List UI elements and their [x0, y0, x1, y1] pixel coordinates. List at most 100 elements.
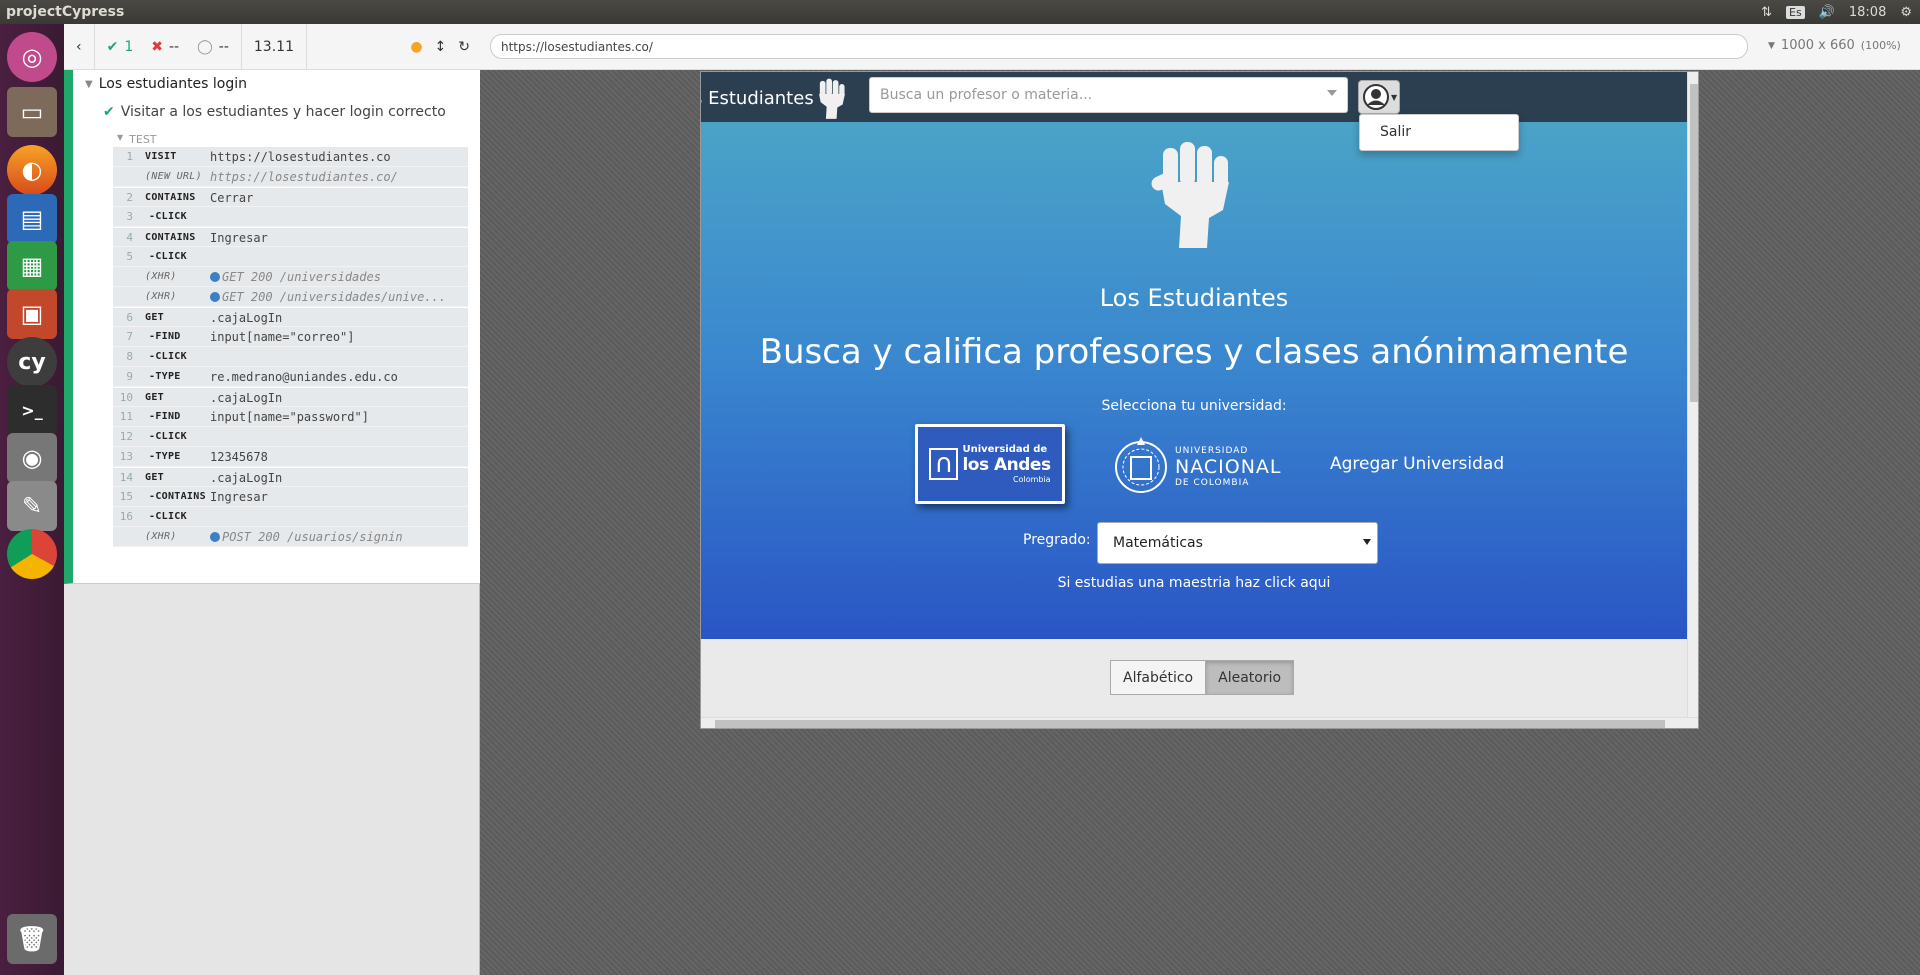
site-name: Los Estudiantes	[1099, 284, 1289, 312]
screenshot-icon[interactable]: ◉	[7, 433, 57, 483]
command-number: 9	[126, 370, 133, 383]
duration: 13.11	[242, 23, 307, 70]
system-settings-icon[interactable]: ⚙	[1900, 5, 1912, 20]
viewport-size: 1000 x 660	[1780, 38, 1855, 53]
command-row[interactable]: 9 -TYPE re.medrano@uniandes.edu.co	[113, 367, 468, 387]
restart-icon[interactable]: ↻	[458, 39, 470, 55]
vertical-scrollbar[interactable]	[1687, 72, 1698, 717]
sort-random-button[interactable]: Aleatorio	[1206, 660, 1295, 695]
andes-shield-icon: ∩	[929, 448, 959, 480]
command-message: Ingresar	[210, 490, 268, 504]
nacional-line2: NACIONAL	[1175, 456, 1282, 478]
command-row[interactable]: 2 CONTAINS Cerrar	[113, 187, 468, 207]
suite-title: Los estudiantes login	[98, 76, 248, 92]
chevron-down-icon	[1327, 90, 1337, 96]
command-row[interactable]: 15 -CONTAINS Ingresar	[113, 487, 468, 507]
user-avatar-icon	[1363, 84, 1389, 110]
command-row[interactable]: (NEW URL) https://losestudiantes.co/	[113, 167, 468, 187]
vertical-scroll-thumb[interactable]	[1690, 84, 1698, 402]
command-row[interactable]: (XHR) GET 200 /universidades/unive...	[113, 287, 468, 307]
viewport-scale: (100%)	[1860, 39, 1901, 52]
nacional-crest-icon	[1115, 437, 1167, 493]
command-row[interactable]: 13 -TYPE 12345678	[113, 447, 468, 467]
add-university-link[interactable]: Agregar Universidad	[1330, 454, 1504, 474]
headline: Busca y califica profesores y clases anó…	[759, 332, 1629, 372]
ubuntu-dash-icon[interactable]: ◎	[7, 32, 57, 82]
logout-menu-item[interactable]: Salir	[1380, 124, 1411, 140]
trash-icon[interactable]: 🗑	[7, 914, 57, 964]
text-editor-icon[interactable]: ✎	[7, 481, 57, 531]
files-icon[interactable]: ▭	[7, 87, 57, 137]
command-row[interactable]: (XHR) POST 200 /usuarios/signin	[113, 527, 468, 547]
command-name: GET	[145, 392, 164, 403]
xhr-status-dot-icon	[210, 292, 220, 302]
command-name: -FIND	[149, 411, 181, 422]
sort-alphabetical-button[interactable]: Alfabético	[1110, 660, 1207, 695]
system-top-bar: projectCypress ⇅ Es 🔊 18:08 ⚙	[0, 0, 1920, 24]
calc-icon[interactable]: ▦	[7, 241, 57, 291]
terminal-icon[interactable]: >_	[7, 385, 57, 435]
brand-name[interactable]: s Estudiantes	[701, 88, 814, 109]
test-row[interactable]: ✔ Visitar a los estudiantes y hacer logi…	[103, 104, 446, 120]
command-row[interactable]: 7 -FIND input[name="correo"]	[113, 327, 468, 347]
command-number: 6	[126, 311, 133, 324]
command-message: .cajaLogIn	[210, 471, 283, 485]
command-row[interactable]: 10 GET .cajaLogIn	[113, 387, 468, 407]
suite-row[interactable]: ▼ Los estudiantes login	[85, 76, 247, 92]
university-andes-logo[interactable]: ∩ Universidad de los Andes Colombia	[915, 424, 1065, 504]
runner-toolbar: ‹ ✔ 1 ✖ -- ◯ -- 13.11 ● ↕ ↻	[64, 23, 480, 70]
auto-scroll-indicator-icon[interactable]: ●	[410, 39, 422, 55]
command-row[interactable]: 8 -CLICK	[113, 347, 468, 367]
brand-fist-icon[interactable]	[813, 76, 851, 120]
horizontal-scrollbar[interactable]	[701, 717, 1698, 728]
user-menu-button[interactable]: ▼	[1358, 80, 1400, 114]
command-name: -TYPE	[149, 371, 181, 382]
command-number: 10	[119, 391, 133, 404]
writer-icon[interactable]: ▤	[7, 194, 57, 244]
fist-logo-icon	[1151, 142, 1229, 248]
maestria-link[interactable]: Si estudias una maestria haz click aqui	[701, 575, 1687, 591]
app-navbar: s Estudiantes Busca un profesor o materi…	[701, 72, 1687, 122]
volume-icon[interactable]: 🔊	[1819, 5, 1835, 20]
pregrado-select[interactable]: Matemáticas	[1097, 522, 1378, 564]
impress-icon[interactable]: ▣	[7, 289, 57, 339]
command-row[interactable]: (XHR) GET 200 /universidades	[113, 267, 468, 287]
command-name: CONTAINS	[145, 232, 196, 243]
command-row[interactable]: 4 CONTAINS Ingresar	[113, 227, 468, 247]
select-arrow-icon	[1363, 539, 1371, 545]
chrome-icon[interactable]	[7, 529, 57, 579]
clock[interactable]: 18:08	[1849, 5, 1886, 20]
command-row[interactable]: 3 -CLICK	[113, 207, 468, 227]
aut-header: https://losestudiantes.co/ ▼ 1000 x 660 …	[480, 24, 1920, 70]
firefox-icon[interactable]: ◐	[7, 145, 57, 195]
test-title: Visitar a los estudiantes y hacer login …	[120, 104, 446, 120]
search-input[interactable]: Busca un profesor o materia...	[869, 77, 1348, 113]
url-display[interactable]: https://losestudiantes.co/	[490, 34, 1748, 59]
command-number: 15	[119, 490, 133, 503]
viewport-info[interactable]: ▼ 1000 x 660 (100%)	[1768, 38, 1901, 53]
university-nacional-logo[interactable]: UNIVERSIDAD NACIONAL DE COLOMBIA	[1113, 430, 1283, 504]
command-row[interactable]: 1 VISIT https://losestudiantes.co	[113, 147, 468, 167]
network-icon[interactable]: ⇅	[1761, 5, 1772, 20]
keyboard-layout-indicator[interactable]: Es	[1786, 5, 1805, 19]
horizontal-scroll-thumb[interactable]	[715, 720, 1665, 728]
caret-down-icon: ▼	[117, 133, 124, 142]
hero-section: Los Estudiantes Busca y califica profeso…	[701, 122, 1687, 639]
command-number	[113, 527, 133, 530]
command-row[interactable]: 6 GET .cajaLogIn	[113, 307, 468, 327]
command-message: POST 200 /usuarios/signin	[210, 527, 468, 545]
section-header[interactable]: ▼ TEST	[117, 133, 157, 146]
resize-icon[interactable]: ↕	[435, 39, 447, 55]
command-row[interactable]: 14 GET .cajaLogIn	[113, 467, 468, 487]
window-title: projectCypress	[6, 4, 125, 20]
command-row[interactable]: 5 -CLICK	[113, 247, 468, 267]
command-message	[210, 427, 468, 429]
command-row[interactable]: 11 -FIND input[name="password"]	[113, 407, 468, 427]
command-row[interactable]: 12 -CLICK	[113, 427, 468, 447]
command-row[interactable]: 16 -CLICK	[113, 507, 468, 527]
command-name: -CLICK	[149, 511, 187, 522]
back-button[interactable]: ‹	[64, 23, 95, 70]
failed-count: --	[169, 38, 180, 55]
command-message: .cajaLogIn	[210, 311, 283, 325]
cypress-icon[interactable]: cy	[7, 337, 57, 387]
